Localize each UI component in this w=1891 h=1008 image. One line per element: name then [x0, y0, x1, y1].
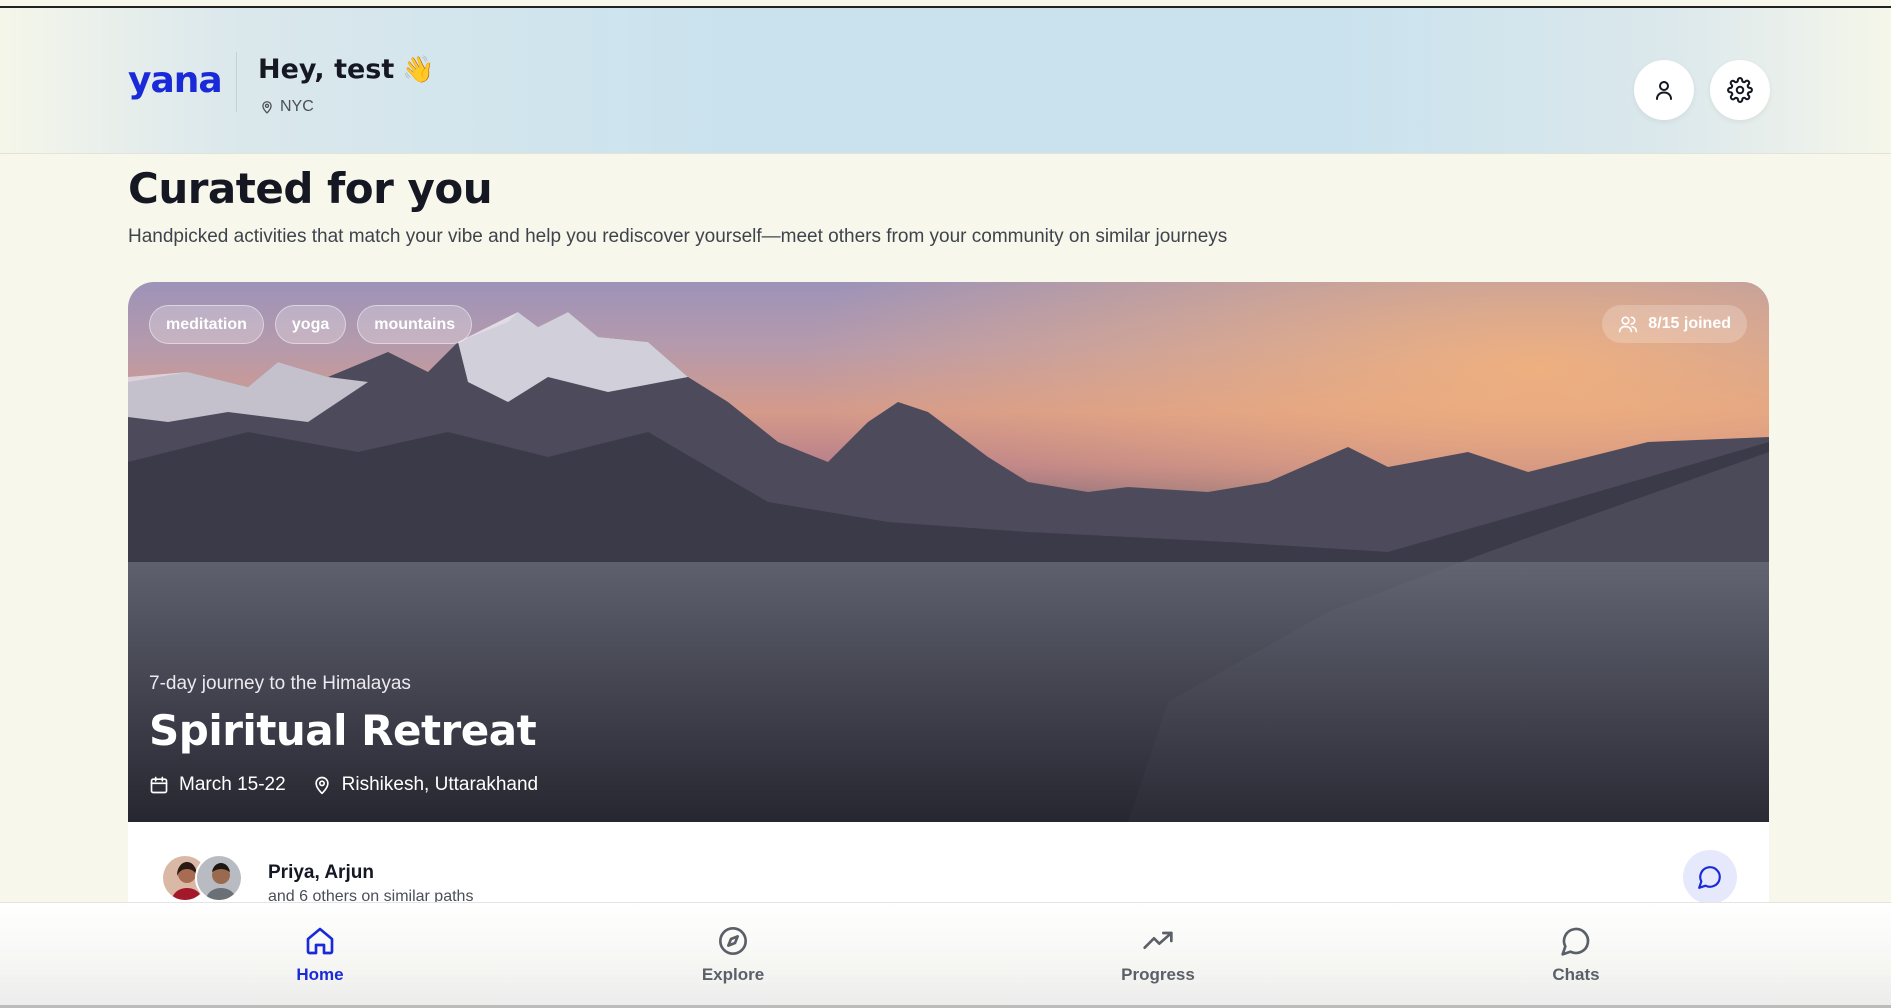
activity-meta: March 15-22 Rishikesh, Uttarakhand [149, 774, 550, 796]
tag-mountains[interactable]: mountains [357, 305, 473, 344]
activity-title: Spiritual Retreat [149, 706, 537, 755]
chat-bubble-icon [1698, 866, 1721, 889]
home-icon [306, 927, 334, 955]
nav-item-home[interactable]: Home [260, 925, 380, 985]
user-icon [1656, 81, 1672, 100]
wave-emoji: 👋 [402, 54, 435, 85]
chat-bubble-icon [1561, 927, 1590, 956]
tag-yoga[interactable]: yoga [274, 305, 347, 344]
gear-icon [1727, 77, 1753, 103]
nav-label-explore: Explore [701, 965, 765, 984]
nav-item-explore[interactable]: Explore [673, 925, 793, 985]
page-title: Curated for you [128, 164, 493, 213]
peer-avatars [161, 854, 243, 902]
bottom-nav: Home Explore Progress Chats [0, 902, 1891, 1005]
nav-label-progress: Progress [1121, 965, 1195, 984]
greeting-text: Hey, test [258, 54, 395, 85]
calendar-icon [150, 776, 168, 794]
profile-button[interactable] [1634, 60, 1694, 120]
activity-date: March 15-22 [149, 774, 286, 796]
activity-subtitle: 7-day journey to the Himalayas [149, 673, 411, 694]
tag-list: meditation yoga mountains [149, 305, 473, 344]
activity-location-text: Rishikesh, Uttarakhand [341, 774, 539, 795]
greeting: Hey, test 👋 [258, 54, 435, 85]
peer-names: Priya, Arjun [268, 862, 374, 883]
header-divider [236, 52, 237, 112]
card-footer: Priya, Arjun and 6 others on similar pat… [128, 822, 1769, 902]
activity-hero-image[interactable]: meditation yoga mountains 8/15 joined 7-… [128, 282, 1769, 822]
compass-icon [719, 927, 747, 955]
page-subtitle: Handpicked activities that match your vi… [128, 226, 1228, 247]
activity-card[interactable]: meditation yoga mountains 8/15 joined 7-… [128, 282, 1769, 902]
tag-meditation[interactable]: meditation [149, 305, 264, 344]
app-logo[interactable]: yana [128, 60, 223, 101]
activity-location: Rishikesh, Uttarakhand [312, 774, 538, 796]
joined-badge: 8/15 joined [1602, 305, 1747, 343]
nav-label-home: Home [296, 965, 344, 984]
location-text: NYC [280, 98, 314, 115]
trending-up-icon [1143, 931, 1173, 949]
nav-item-chats[interactable]: Chats [1516, 925, 1636, 985]
map-pin-icon [262, 101, 272, 114]
users-icon [1619, 316, 1638, 333]
joined-count: 8/15 joined [1648, 315, 1731, 332]
activity-date-text: March 15-22 [179, 774, 286, 795]
nav-label-chats: Chats [1552, 965, 1600, 984]
user-location: NYC [260, 98, 314, 116]
map-pin-icon [315, 776, 329, 795]
app-header: yana Hey, test 👋 NYC [0, 8, 1891, 154]
avatar [195, 854, 243, 902]
group-chat-button[interactable] [1683, 850, 1737, 902]
nav-item-progress[interactable]: Progress [1098, 925, 1218, 985]
peer-summary: and 6 others on similar paths [268, 888, 474, 902]
settings-button[interactable] [1710, 60, 1770, 120]
